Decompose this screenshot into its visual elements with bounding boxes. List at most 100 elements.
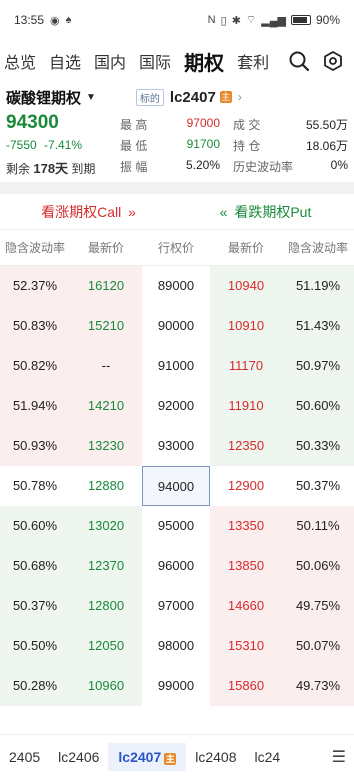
double-chevron-left-icon: « bbox=[219, 203, 228, 220]
put-price-cell: 12350 bbox=[210, 426, 282, 466]
strike-cell: 97000 bbox=[142, 586, 210, 626]
strike-cell: 95000 bbox=[142, 506, 210, 546]
remain-days: 178天 bbox=[33, 161, 69, 176]
battery-level: 90% bbox=[315, 13, 340, 27]
product-name[interactable]: 碳酸锂期权 bbox=[6, 87, 81, 108]
put-iv-cell: 50.37% bbox=[282, 466, 354, 506]
put-price-cell: 13850 bbox=[210, 546, 282, 586]
strike-cell: 92000 bbox=[142, 386, 210, 426]
call-iv-cell: 50.78% bbox=[0, 466, 70, 506]
amplitude-value: 5.20% bbox=[185, 158, 220, 172]
contract-tab[interactable]: lc24 bbox=[246, 749, 290, 765]
nav-tab-options[interactable]: 期权 bbox=[184, 47, 224, 76]
col-put-price[interactable]: 最新价 bbox=[210, 239, 282, 256]
table-row[interactable]: 50.68% 12370 96000 13850 50.06% bbox=[0, 546, 354, 586]
nav-tab-domestic[interactable]: 国内 bbox=[94, 49, 126, 73]
put-price-cell: 10940 bbox=[210, 266, 282, 306]
status-bar: 13:55 ◉ ♠ N ▯ ✱ ⌔ ▂▄▆ 90% bbox=[0, 0, 354, 40]
put-iv-cell: 50.97% bbox=[282, 346, 354, 386]
put-price-cell: 13350 bbox=[210, 506, 282, 546]
menu-icon[interactable]: ☰ bbox=[324, 747, 354, 767]
last-price: 94300 bbox=[6, 112, 59, 133]
call-price-cell: 12880 bbox=[70, 466, 142, 506]
nfc-icon: N bbox=[207, 14, 216, 26]
call-iv-cell: 52.37% bbox=[0, 266, 70, 306]
put-iv-cell: 49.75% bbox=[282, 586, 354, 626]
remain-suffix: 到期 bbox=[71, 162, 96, 176]
put-price-cell: 15860 bbox=[210, 666, 282, 706]
put-price-cell: 15310 bbox=[210, 626, 282, 666]
product-selector-row: 碳酸锂期权 ▼ 标的 lc2407 主 › bbox=[0, 82, 354, 112]
put-price-cell: 10910 bbox=[210, 306, 282, 346]
option-type-header: 看涨期权Call » « 看跌期权Put bbox=[0, 194, 354, 230]
table-row[interactable]: 52.37% 16120 89000 10940 51.19% bbox=[0, 266, 354, 306]
option-chain-table: 52.37% 16120 89000 10940 51.19% 50.83% 1… bbox=[0, 266, 354, 706]
contract-tab[interactable]: lc2408 bbox=[186, 749, 245, 765]
expiry-remaining: 剩余 178天 到期 bbox=[6, 158, 95, 177]
call-iv-cell: 50.82% bbox=[0, 346, 70, 386]
table-row[interactable]: 50.28% 10960 99000 15860 49.73% bbox=[0, 666, 354, 706]
strike-cell: 93000 bbox=[142, 426, 210, 466]
put-options-title[interactable]: « 看跌期权Put bbox=[177, 202, 354, 222]
call-options-title[interactable]: 看涨期权Call » bbox=[0, 202, 177, 222]
strike-cell: 98000 bbox=[142, 626, 210, 666]
strike-cell: 91000 bbox=[142, 346, 210, 386]
hexagon-settings-icon[interactable] bbox=[316, 44, 350, 78]
put-iv-cell: 50.60% bbox=[282, 386, 354, 426]
table-row[interactable]: 50.37% 12800 97000 14660 49.75% bbox=[0, 586, 354, 626]
open-interest-label: 持 仓 bbox=[233, 139, 261, 153]
high-label: 最 高 bbox=[120, 118, 148, 132]
col-put-iv[interactable]: 隐含波动率 bbox=[282, 239, 354, 256]
put-iv-cell: 50.33% bbox=[282, 426, 354, 466]
contract-tab[interactable]: lc2406 bbox=[49, 749, 108, 765]
table-row[interactable]: 50.60% 13020 95000 13350 50.11% bbox=[0, 506, 354, 546]
search-icon[interactable] bbox=[282, 44, 316, 78]
open-interest-value: 18.06万 bbox=[305, 139, 348, 153]
double-chevron-right-icon: » bbox=[128, 203, 136, 220]
put-price-cell: 14660 bbox=[210, 586, 282, 626]
call-title-text: 看涨期权Call bbox=[41, 203, 122, 220]
call-price-cell: 14210 bbox=[70, 386, 142, 426]
underlying-contract[interactable]: lc2407 bbox=[170, 89, 216, 106]
put-title-text: 看跌期权Put bbox=[234, 203, 312, 220]
put-price-cell: 11910 bbox=[210, 386, 282, 426]
volume-value: 55.50万 bbox=[305, 118, 348, 132]
notification-icon: ♠ bbox=[65, 14, 72, 26]
table-row[interactable]: 50.93% 13230 93000 12350 50.33% bbox=[0, 426, 354, 466]
nav-tab-watchlist[interactable]: 自选 bbox=[49, 49, 81, 73]
table-row[interactable]: 50.83% 15210 90000 10910 51.43% bbox=[0, 306, 354, 346]
col-call-price[interactable]: 最新价 bbox=[70, 239, 142, 256]
signal-icon: ▂▄▆ bbox=[261, 14, 286, 27]
status-time: 13:55 bbox=[14, 13, 45, 27]
put-iv-cell: 51.19% bbox=[282, 266, 354, 306]
strike-cell: 89000 bbox=[142, 266, 210, 306]
col-call-iv[interactable]: 隐含波动率 bbox=[0, 239, 70, 256]
change-value: -7550 bbox=[6, 138, 37, 152]
top-nav: 总览 自选 国内 国际 期权 套利 bbox=[0, 40, 354, 82]
put-price-cell: 12900 bbox=[210, 466, 282, 506]
nav-tab-overview[interactable]: 总览 bbox=[4, 49, 36, 73]
table-row[interactable]: 50.82% -- 91000 11170 50.97% bbox=[0, 346, 354, 386]
change-percent: -7.41% bbox=[44, 138, 83, 152]
contract-tab-label: lc2407 bbox=[118, 748, 162, 765]
put-price-cell: 11170 bbox=[210, 346, 282, 386]
call-price-cell: 12370 bbox=[70, 546, 142, 586]
caret-down-icon[interactable]: ▼ bbox=[86, 92, 96, 103]
main-contract-badge: 主 bbox=[164, 752, 177, 765]
eye-icon: ◉ bbox=[50, 14, 60, 27]
table-row[interactable]: 50.50% 12050 98000 15310 50.07% bbox=[0, 626, 354, 666]
nav-tab-international[interactable]: 国际 bbox=[139, 49, 171, 73]
put-iv-cell: 50.11% bbox=[282, 506, 354, 546]
table-row-at-the-money[interactable]: 50.78% 12880 94000 12900 50.37% bbox=[0, 466, 354, 506]
table-row[interactable]: 51.94% 14210 92000 11910 50.60% bbox=[0, 386, 354, 426]
historical-volatility-value: 0% bbox=[330, 158, 348, 172]
volume-label: 成 交 bbox=[233, 118, 261, 132]
chevron-right-icon[interactable]: › bbox=[238, 90, 242, 104]
col-strike[interactable]: 行权价 bbox=[142, 239, 210, 256]
contract-tab[interactable]: 2405 bbox=[0, 749, 49, 765]
nav-tab-arbitrage[interactable]: 套利 bbox=[237, 49, 269, 73]
vibrate-icon: ▯ bbox=[220, 14, 227, 27]
call-iv-cell: 50.83% bbox=[0, 306, 70, 346]
call-price-cell: -- bbox=[70, 346, 142, 386]
contract-tab-active[interactable]: lc2407 主 bbox=[108, 742, 187, 771]
